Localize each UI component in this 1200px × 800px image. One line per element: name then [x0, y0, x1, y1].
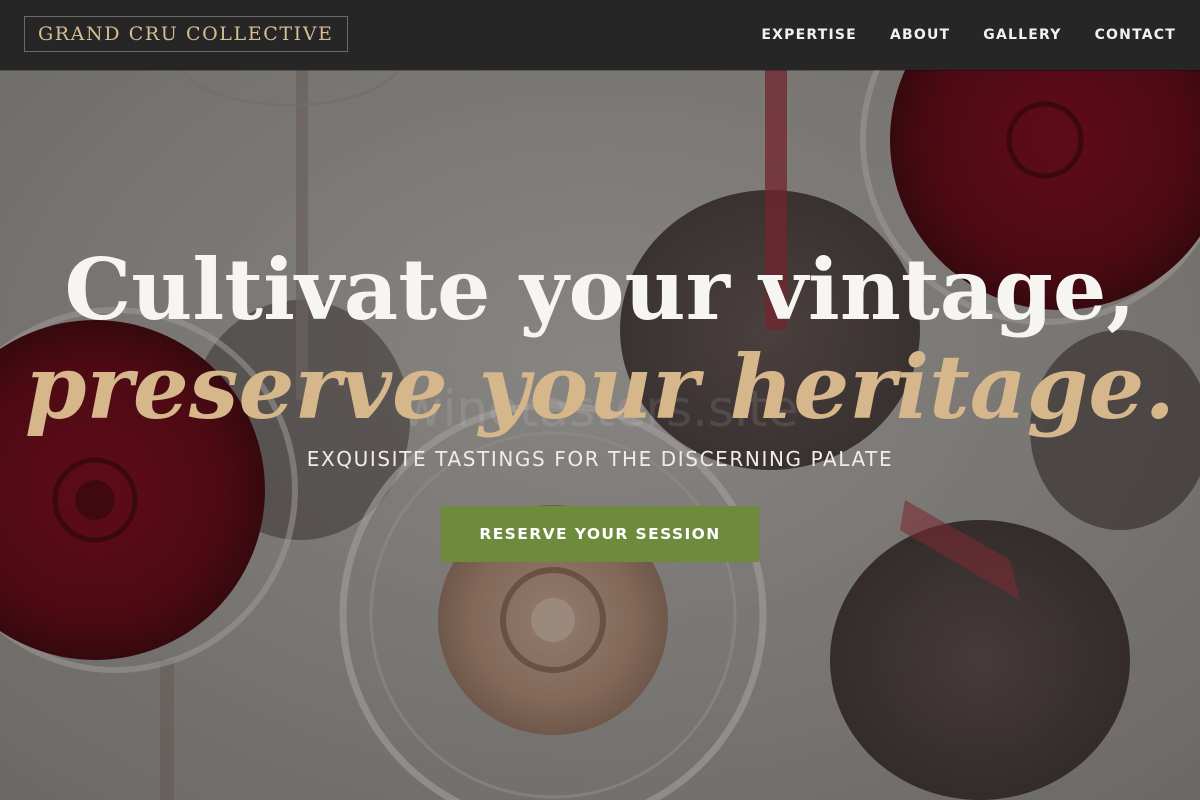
reserve-session-label: RESERVE YOUR SESSION — [479, 525, 721, 543]
main-nav: EXPERTISE ABOUT GALLERY CONTACT — [728, 0, 1176, 70]
brand-logo[interactable]: GRAND CRU COLLECTIVE — [24, 16, 348, 52]
brand-name: GRAND CRU COLLECTIVE — [38, 23, 334, 45]
hero-tagline: EXQUISITE TASTINGS FOR THE DISCERNING PA… — [306, 447, 894, 471]
nav-link-expertise[interactable]: EXPERTISE — [761, 27, 857, 43]
hero-section: winetasters.site Cultivate your vintage,… — [0, 0, 1200, 800]
nav-link-gallery[interactable]: GALLERY — [983, 27, 1061, 43]
nav-link-about[interactable]: ABOUT — [890, 27, 950, 43]
reserve-session-button[interactable]: RESERVE YOUR SESSION — [441, 506, 759, 562]
headline-line-1: Cultivate your vintage, — [64, 240, 1136, 339]
nav-link-contact[interactable]: CONTACT — [1095, 27, 1176, 43]
top-nav-bar: GRAND CRU COLLECTIVE EXPERTISE ABOUT GAL… — [0, 0, 1200, 70]
headline-line-2: preserve your heritage. — [25, 335, 1175, 439]
